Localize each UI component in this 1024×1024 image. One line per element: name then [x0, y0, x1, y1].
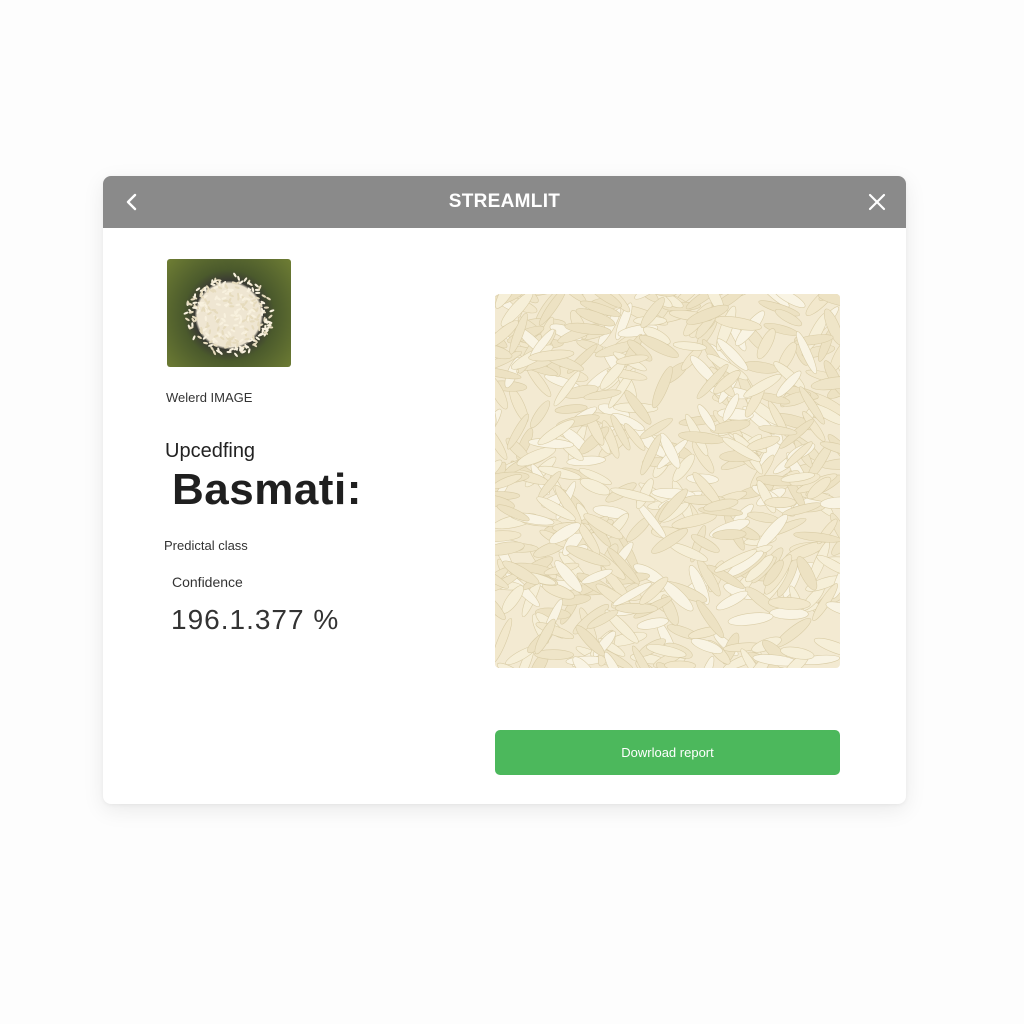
result-heading: Upcedfing — [165, 440, 256, 462]
uploaded-image-thumbnail — [167, 259, 291, 367]
title-bar: STREAMLIT — [103, 176, 906, 228]
download-report-button[interactable]: Dowrload report — [495, 730, 840, 775]
confidence-label: Confidence — [172, 574, 243, 590]
uploaded-image-label: Welerd IMAGE — [166, 390, 253, 405]
app-window: STREAMLIT Welerd IMAGE Upcedfing Basmati… — [103, 176, 906, 804]
window-title: STREAMLIT — [448, 191, 561, 212]
close-button[interactable] — [862, 187, 892, 217]
close-icon — [868, 193, 886, 211]
confidence-value: 196.1.377 % — [171, 604, 340, 635]
predicted-class-value: Basmati: — [172, 465, 362, 514]
predicted-class-label: Predictal class — [164, 538, 248, 553]
rice-image-preview — [495, 294, 840, 668]
